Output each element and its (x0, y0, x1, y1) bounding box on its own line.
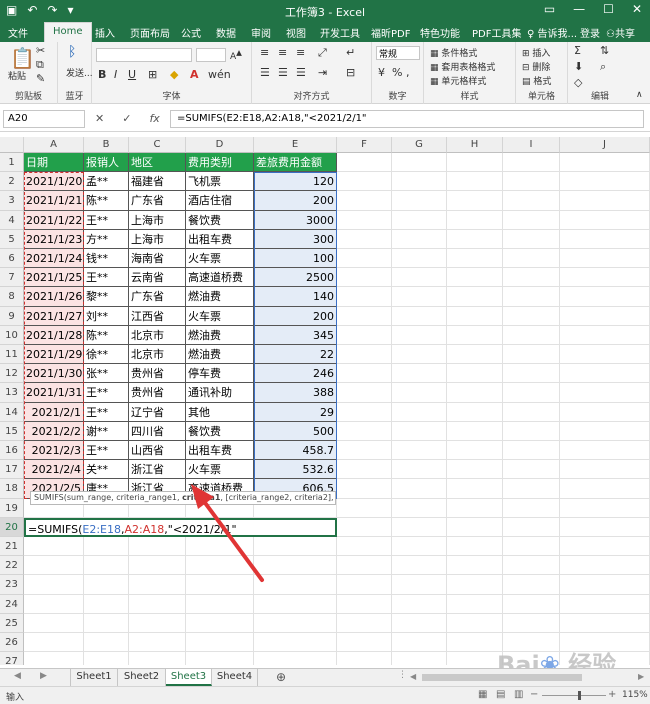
sheet-tab-sheet3[interactable]: Sheet3 (166, 669, 212, 686)
normal-view-icon[interactable]: ▦ (478, 689, 487, 700)
status-bar: 输入 ▦ ▤ ▥ − + 115% (0, 686, 650, 704)
scroll-right-icon[interactable]: ▶ (40, 671, 47, 681)
hscroll-left-icon[interactable]: ◀ (410, 672, 416, 681)
zoom-level[interactable]: 115% (622, 690, 648, 700)
status-mode: 输入 (6, 693, 25, 703)
zoom-in-icon[interactable]: + (608, 689, 616, 700)
add-sheet-icon[interactable]: ⊕ (276, 670, 286, 684)
sheet-tab-sheet1[interactable]: Sheet1 (70, 669, 118, 686)
scroll-left-icon[interactable]: ◀ (14, 671, 21, 681)
page-break-view-icon[interactable]: ▥ (514, 689, 523, 700)
sheet-tab-sheet4[interactable]: Sheet4 (212, 669, 258, 686)
horizontal-scrollbar-thumb[interactable] (422, 674, 582, 681)
sheet-tab-bar: ◀ ▶ Sheet1 Sheet2 Sheet3 Sheet4 ⊕ ⋮ ◀ ▶ (0, 668, 650, 686)
zoom-out-icon[interactable]: − (530, 689, 538, 700)
sheet-tab-sheet2[interactable]: Sheet2 (118, 669, 166, 686)
annotation-arrow (191, 484, 264, 582)
tab-split-icon[interactable]: ⋮ (398, 670, 407, 680)
zoom-slider[interactable] (542, 695, 606, 696)
zoom-slider-handle[interactable] (578, 691, 581, 700)
page-layout-view-icon[interactable]: ▤ (496, 689, 505, 700)
hscroll-right-icon[interactable]: ▶ (638, 672, 644, 681)
